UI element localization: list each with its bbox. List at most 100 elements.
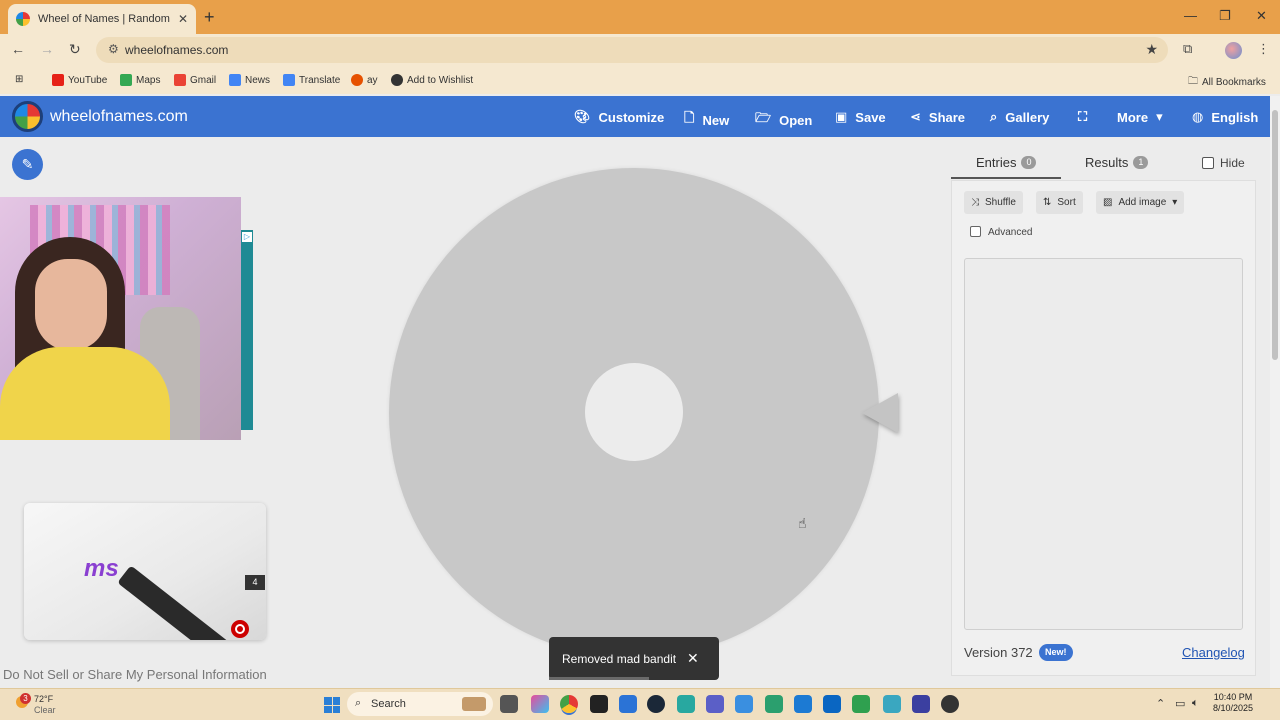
close-tab-icon[interactable]: ✕ [178,12,188,26]
browser-tab[interactable]: Wheel of Names | Random nam ✕ [8,4,196,34]
reload-icon[interactable]: ↻ [69,41,81,58]
bookmark-add-to-wishlist[interactable]: Add to Wishlist [391,74,473,86]
add-image-label: Add image [1118,197,1167,208]
back-icon[interactable]: ← [11,41,25,57]
copilot-icon[interactable] [531,695,549,713]
tab-label: Entries [976,155,1017,170]
taskbar-search[interactable]: ⌕ Search [347,692,493,716]
app-icon[interactable] [883,695,901,713]
nav-label: Open [779,112,813,128]
advanced-checkbox[interactable] [970,226,981,237]
image-icon: ▨ [1103,197,1113,208]
clock-date: 8/10/2025 [1213,703,1254,713]
address-bar[interactable]: ⚙ wheelofnames.com ★ [96,37,1168,63]
app-icon[interactable] [735,695,753,713]
image-ad[interactable]: ms 4 [24,503,266,640]
all-bookmarks[interactable]: 🗀 All Bookmarks [1188,74,1266,91]
nav-language[interactable]: ◍ English [1192,109,1258,125]
search-icon: ⌕ [990,109,998,124]
restore-icon[interactable]: ❐ [1219,8,1231,24]
network-icon[interactable]: ▭ [1175,697,1185,710]
bookmark-maps[interactable]: Maps [120,74,160,86]
changelog-link[interactable]: Changelog [1182,645,1245,660]
page-scrollbar[interactable] [1270,96,1280,688]
fullscreen-button[interactable]: ⛶ [1078,109,1087,125]
bookmark-star-icon[interactable]: ★ [1145,41,1158,58]
ad-count-badge: 4 [245,575,265,590]
nav-gallery[interactable]: ⌕ Gallery [990,109,1049,125]
folder-icon: 🗀 [1188,76,1198,87]
app-icon[interactable] [912,695,930,713]
gmail-icon [174,74,186,86]
nav-more[interactable]: More ▾ [1117,109,1163,125]
share-icon: ⋖ [910,109,921,124]
nav-new[interactable]: 🗋 New [684,109,729,131]
tray-overflow-icon[interactable]: ⌃ [1156,697,1165,710]
shuffle-button[interactable]: ⤨ Shuffle [964,191,1023,214]
tab-results[interactable]: Results 1 [1085,155,1149,170]
apps-grid-icon[interactable]: ⊞ [15,74,23,85]
task-view-icon[interactable] [500,695,518,713]
hide-checkbox[interactable] [1202,157,1214,169]
wheel-logo-icon[interactable] [12,101,43,132]
advanced-label[interactable]: Advanced [988,227,1032,238]
mail-icon[interactable] [794,695,812,713]
clock-time: 10:40 PM [1213,692,1253,702]
nav-label: New [702,112,730,128]
bookmark-gmail[interactable]: Gmail [174,74,216,86]
wheel-hub[interactable] [585,363,683,461]
bookmark-translate[interactable]: Translate [283,74,340,86]
minimize-icon[interactable]: — [1184,8,1197,23]
volume-icon[interactable]: 🔈︎ [1192,697,1199,710]
epic-games-icon[interactable] [590,695,608,713]
video-ad[interactable] [0,197,241,440]
all-bookmarks-label: All Bookmarks [1202,77,1266,88]
nav-customize[interactable]: 🎨︎ Customize [574,109,664,125]
sort-button[interactable]: ⇅ Sort [1036,191,1083,214]
steam-icon[interactable] [647,695,665,713]
chrome-icon[interactable] [560,695,578,713]
search-icon: ⌕ [355,697,362,709]
menu-icon[interactable]: ⋮ [1257,41,1270,57]
profile-avatar[interactable] [1225,42,1242,59]
edit-wheel-button[interactable]: ✎ [12,149,43,180]
store-icon[interactable] [823,695,841,713]
cast-icon[interactable]: ⧉ [1183,41,1192,57]
close-window-icon[interactable]: ✕ [1256,8,1267,24]
bookmark-news[interactable]: News [229,74,270,86]
youtube-icon [52,74,64,86]
do-not-sell-link[interactable]: Do Not Sell or Share My Personal Informa… [3,667,267,682]
sort-label: Sort [1057,197,1076,208]
site-info-icon[interactable]: ⚙ [108,42,119,56]
bookmark-ay[interactable]: ay [351,74,378,86]
entries-textarea[interactable] [964,258,1243,630]
wheel-favicon-icon [16,12,30,26]
windows-start-icon[interactable] [324,697,340,713]
nav-open[interactable]: 🗁 Open [755,109,812,131]
hide-label[interactable]: Hide [1220,156,1245,170]
scrollbar-thumb[interactable] [1272,110,1278,360]
forward-icon[interactable]: → [40,41,54,57]
teams-icon[interactable] [706,695,724,713]
nav-save[interactable]: ▣ Save [835,109,886,125]
app-icon[interactable] [765,695,783,713]
bookmark-label: Add to Wishlist [407,74,474,86]
add-image-button[interactable]: ▨ Add image ▾ [1096,191,1185,214]
close-snackbar-icon[interactable]: ✕ [687,650,699,667]
site-name[interactable]: wheelofnames.com [50,108,188,126]
system-clock[interactable]: 10:40 PM 8/10/2025 [1213,692,1253,714]
folder-icon: 🗁 [755,110,772,125]
new-tab-button[interactable]: + [204,7,215,28]
bookmark-youtube[interactable]: YouTube [52,74,107,86]
app-icon[interactable] [677,695,695,713]
tab-entries[interactable]: Entries 0 [976,155,1037,170]
weather-badge: 3 [20,693,31,704]
news-icon [229,74,241,86]
xbox-icon[interactable] [852,695,870,713]
nav-share[interactable]: ⋖ Share [910,109,965,125]
affinity-icon[interactable] [619,695,637,713]
snackbar-message: Removed mad bandit [562,652,677,666]
nav-label: English [1211,109,1259,125]
app-icon[interactable] [941,695,959,713]
adchoices-icon[interactable]: ▷ [242,232,252,242]
